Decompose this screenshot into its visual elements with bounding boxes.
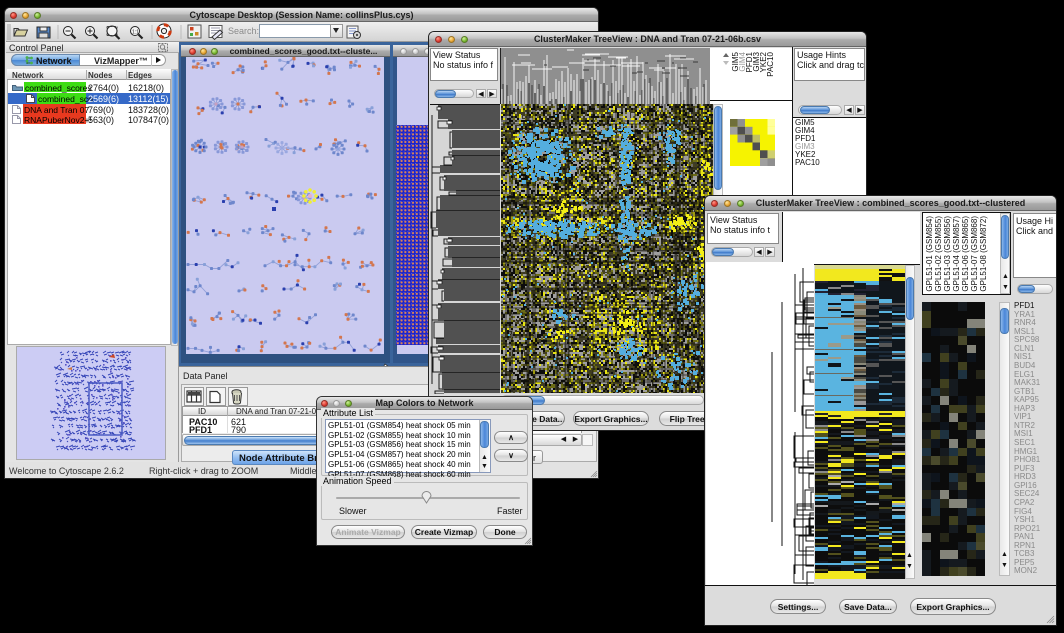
svg-text:1:1: 1:1	[132, 30, 139, 36]
